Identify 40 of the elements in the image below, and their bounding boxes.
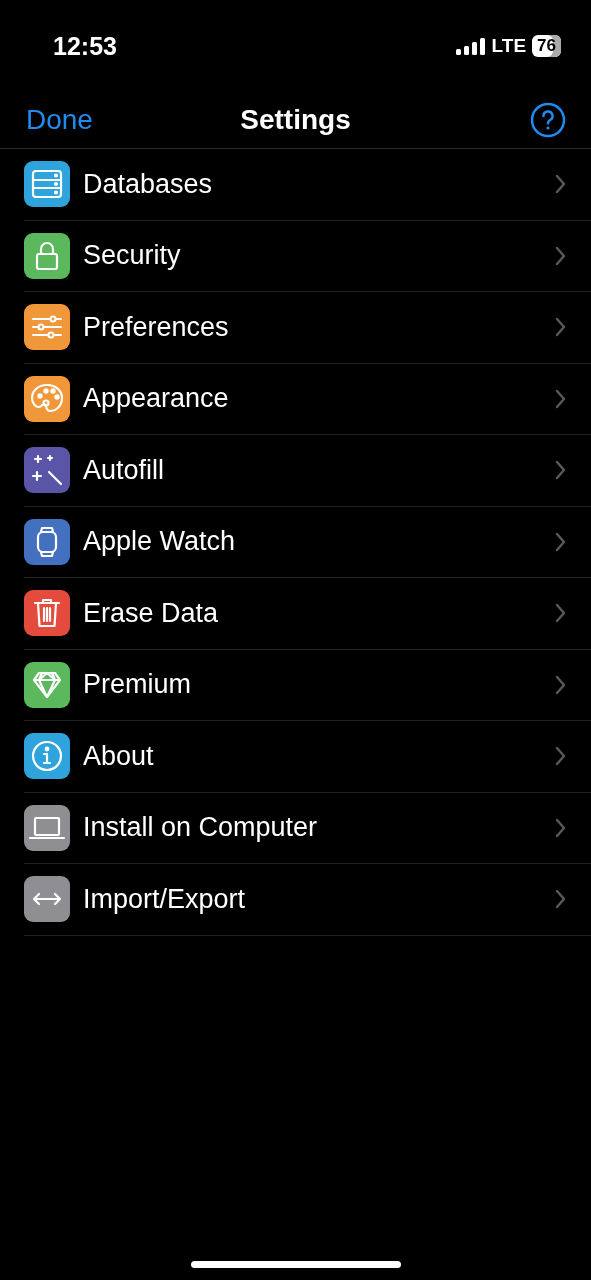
chevron-icon (555, 817, 566, 838)
settings-row[interactable]: Preferences (24, 292, 591, 364)
help-icon[interactable] (530, 102, 566, 138)
settings-row[interactable]: Security (24, 220, 591, 292)
chevron-icon (555, 460, 566, 481)
chevron-icon (555, 388, 566, 409)
chevron-icon (555, 889, 566, 910)
row-label: Import/Export (83, 883, 247, 915)
row-label: Security (83, 240, 182, 272)
screen-title: Settings (240, 104, 351, 136)
network-label: LTE (491, 35, 527, 57)
settings-row[interactable]: Premium (24, 649, 591, 721)
battery-indicator: 76 (532, 35, 561, 57)
settings-row[interactable]: Import/Export (24, 864, 591, 936)
done-button[interactable]: Done (26, 104, 93, 136)
row-label: Preferences (83, 311, 230, 343)
row-label: Premium (83, 669, 192, 701)
row-label: Appearance (83, 383, 230, 415)
status-time: 12:53 (53, 31, 117, 61)
chevron-icon (555, 531, 566, 552)
signal-icon (455, 37, 486, 55)
settings-row[interactable]: Autofill (24, 435, 591, 507)
chevron-icon (555, 674, 566, 695)
settings-row[interactable]: Appearance (24, 363, 591, 435)
row-label: Apple Watch (83, 526, 237, 558)
chevron-icon (555, 603, 566, 624)
settings-row[interactable]: About (24, 721, 591, 793)
settings-row[interactable]: Install on Computer (24, 792, 591, 864)
settings-row[interactable]: Databases (24, 149, 591, 221)
row-label: Databases (83, 168, 214, 200)
row-label: About (83, 740, 155, 772)
row-label: Autofill (83, 454, 166, 486)
settings-row[interactable]: Erase Data (24, 578, 591, 650)
chevron-icon (555, 746, 566, 767)
row-label: Erase Data (83, 597, 220, 629)
settings-row[interactable]: Apple Watch (24, 506, 591, 578)
chevron-icon (555, 245, 566, 266)
row-label: Install on Computer (83, 812, 319, 844)
chevron-icon (555, 317, 566, 338)
chevron-icon (555, 174, 566, 195)
